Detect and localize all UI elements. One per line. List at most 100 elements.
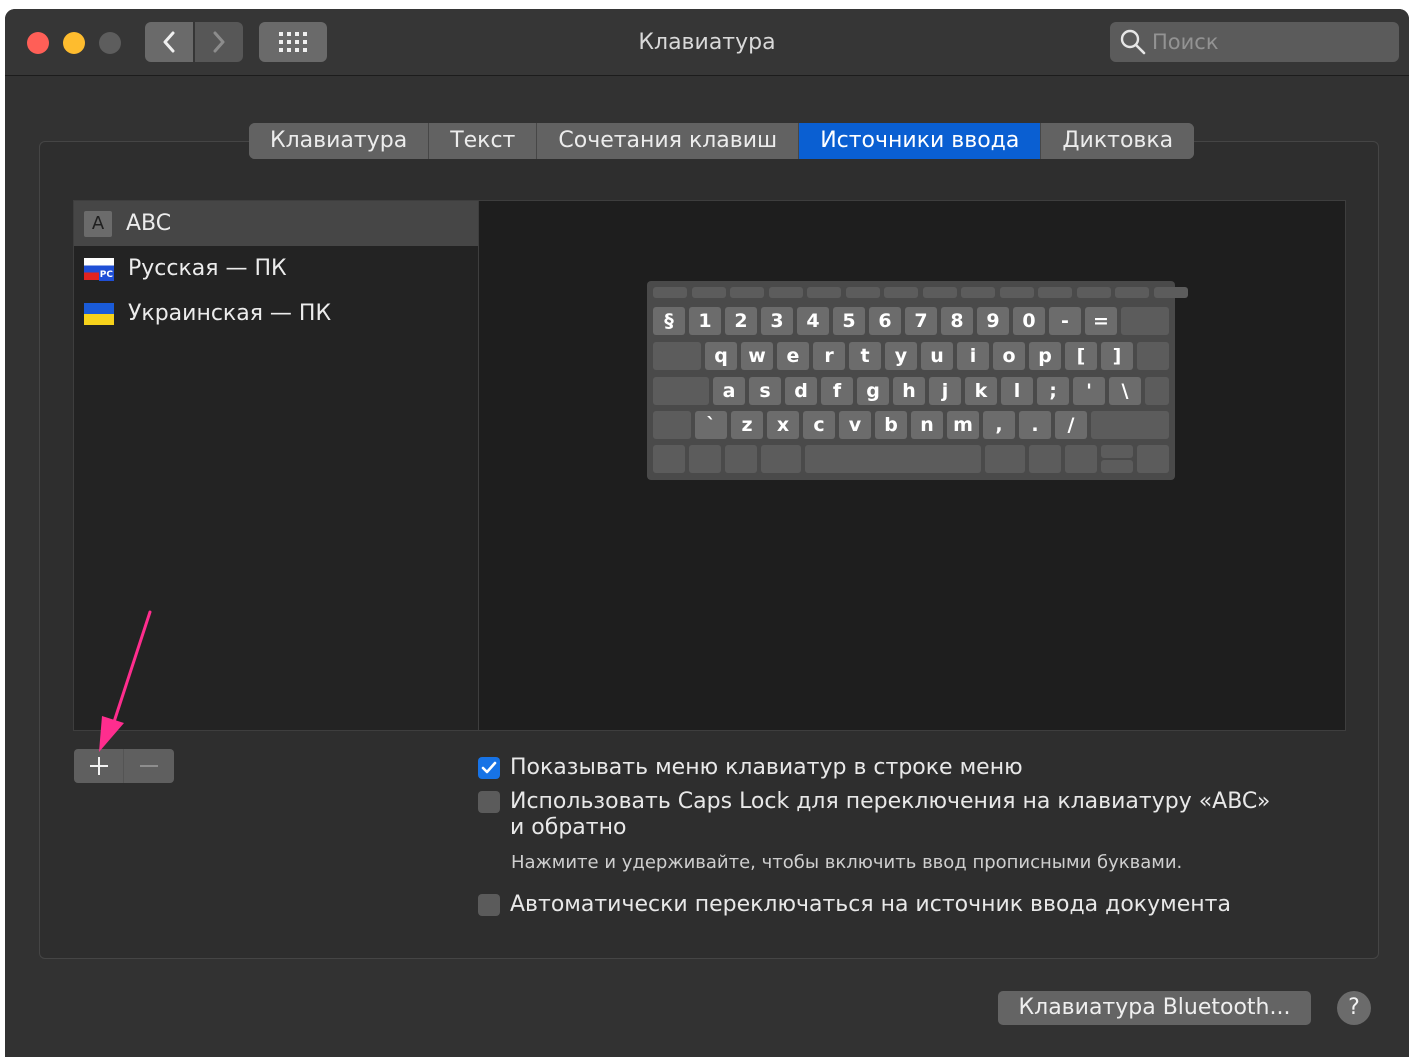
bluetooth-keyboard-button[interactable]: Клавиатура Bluetooth...	[998, 991, 1311, 1025]
russian-flag-icon: PC	[84, 257, 114, 281]
key: r	[813, 342, 845, 370]
key: ;	[1037, 377, 1069, 405]
modifier-key	[653, 445, 685, 473]
show-menu-option: Показывать меню клавиатур в строке меню	[478, 755, 1023, 780]
modifier-key	[689, 445, 721, 473]
tab-key	[653, 342, 701, 370]
key: .	[1019, 411, 1051, 439]
space-key	[805, 445, 981, 473]
key: g	[857, 377, 889, 405]
key: 7	[905, 307, 937, 335]
tab-keyboard[interactable]: Клавиатура	[249, 123, 430, 159]
tab-input-sources[interactable]: Источники ввода	[799, 123, 1042, 159]
remove-source-button[interactable]	[123, 749, 173, 783]
key: 0	[1013, 307, 1045, 335]
key: n	[911, 411, 943, 439]
question-icon: ?	[1348, 995, 1360, 1020]
tab-shortcuts[interactable]: Сочетания клавиш	[537, 123, 800, 159]
zoom-button[interactable]	[99, 32, 121, 54]
key: k	[965, 377, 997, 405]
key: u	[921, 342, 953, 370]
key: 2	[725, 307, 757, 335]
search-field[interactable]	[1110, 22, 1399, 62]
minimize-button[interactable]	[63, 32, 85, 54]
key: e	[777, 342, 809, 370]
function-key	[845, 287, 880, 298]
auto-switch-option: Автоматически переключаться на источник …	[478, 892, 1231, 917]
key: v	[839, 411, 871, 439]
key: 3	[761, 307, 793, 335]
list-item-label: Русская — ПК	[128, 256, 287, 281]
function-key	[768, 287, 803, 298]
key: `	[695, 411, 727, 439]
shift-key-left	[653, 411, 691, 439]
forward-button[interactable]	[195, 22, 243, 62]
list-item-label: ABC	[126, 211, 172, 236]
function-key	[922, 287, 957, 298]
modifier-key	[985, 445, 1025, 473]
function-key	[730, 287, 764, 298]
keyboard-preview-panel: § 1 2 3 4 5 6 7 8 9 0- = q w e r t y u i o p[] a s d f g h j k l; ' \ ` z x…	[478, 200, 1346, 731]
show-all-button[interactable]	[259, 22, 327, 62]
key: t	[849, 342, 881, 370]
pc-badge: PC	[98, 269, 114, 281]
modifier-key	[725, 445, 757, 473]
navigation-buttons	[145, 22, 243, 62]
caps-lock-hint: Нажмите и удерживайте, чтобы включить вв…	[511, 852, 1183, 873]
keyboard-layout-preview: § 1 2 3 4 5 6 7 8 9 0- = q w e r t y u i o p[] a s d f g h j k l; ' \ ` z x…	[647, 281, 1188, 480]
caps-lock-key	[653, 377, 709, 405]
add-source-button[interactable]	[74, 749, 123, 783]
back-button[interactable]	[145, 22, 193, 62]
close-button[interactable]	[27, 32, 49, 54]
key: y	[885, 342, 917, 370]
show-menu-checkbox[interactable]	[478, 756, 500, 779]
modifier-key	[1029, 445, 1061, 473]
arrow-up-key	[1101, 445, 1133, 458]
auto-switch-checkbox[interactable]	[478, 893, 500, 916]
list-item-abc[interactable]: A ABC	[74, 201, 478, 246]
tab-dictation[interactable]: Диктовка	[1041, 123, 1195, 159]
key: '	[1073, 377, 1105, 405]
ukrainian-flag-icon	[84, 302, 114, 325]
key: 6	[869, 307, 901, 335]
search-input[interactable]	[1150, 29, 1394, 55]
function-key	[1115, 287, 1149, 298]
caps-lock-label: Использовать Caps Lock для переключения …	[510, 789, 1271, 814]
return-key	[1145, 377, 1169, 405]
minus-icon	[139, 765, 158, 767]
auto-switch-label: Автоматически переключаться на источник …	[510, 892, 1231, 917]
key: \	[1109, 377, 1141, 405]
key: s	[749, 377, 781, 405]
function-key	[1038, 287, 1072, 298]
modifier-key	[1065, 445, 1097, 473]
key: §	[653, 307, 685, 335]
list-item-label: Украинская — ПК	[128, 301, 332, 326]
preferences-window: Клавиатура Клавиатура Текст Сочетания кл…	[5, 9, 1409, 1057]
key: x	[767, 411, 799, 439]
tab-text[interactable]: Текст	[429, 123, 538, 159]
key: 8	[941, 307, 973, 335]
plus-icon	[89, 757, 108, 775]
key: 4	[797, 307, 829, 335]
list-item-russian[interactable]: PC Русская — ПК	[74, 246, 478, 291]
add-remove-buttons	[74, 749, 174, 783]
title-bar: Клавиатура	[5, 9, 1409, 76]
function-key	[691, 287, 726, 298]
key: -	[1049, 307, 1081, 335]
abc-letter-icon: A	[84, 210, 112, 237]
chevron-right-icon	[213, 31, 225, 53]
function-key	[999, 287, 1034, 298]
key: l	[1001, 377, 1033, 405]
key: [	[1065, 342, 1097, 370]
caps-lock-checkbox[interactable]	[478, 790, 500, 813]
key: 5	[833, 307, 865, 335]
function-key	[807, 287, 841, 298]
key: ]	[1101, 342, 1133, 370]
modifier-key	[1137, 445, 1169, 473]
help-button[interactable]: ?	[1337, 991, 1371, 1025]
grid-icon	[279, 32, 307, 52]
caps-lock-label-continuation: и обратно	[510, 815, 627, 840]
key: h	[893, 377, 925, 405]
list-item-ukrainian[interactable]: Украинская — ПК	[74, 291, 478, 336]
key: =	[1085, 307, 1117, 335]
